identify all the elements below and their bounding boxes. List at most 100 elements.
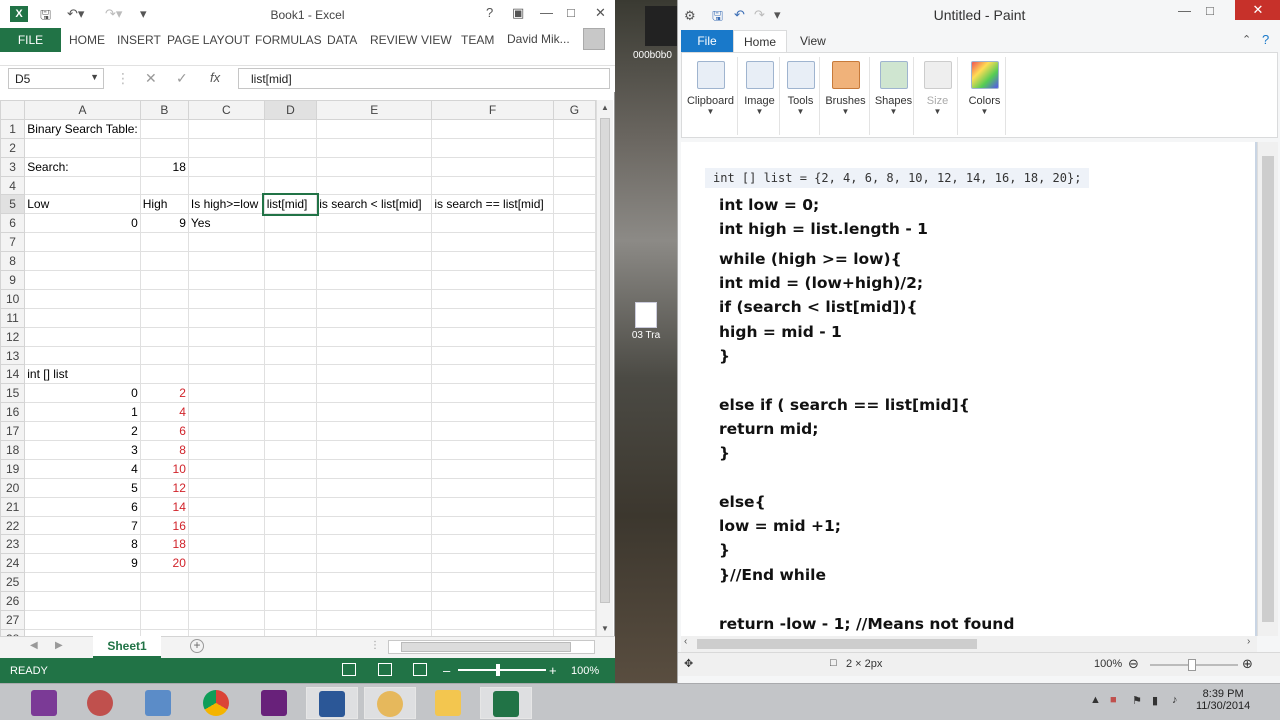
cell[interactable]	[316, 458, 433, 479]
cell[interactable]	[316, 307, 433, 328]
cell[interactable]	[431, 137, 554, 158]
user-name[interactable]: David Mik...	[507, 32, 570, 46]
desktop-shortcut-icon[interactable]	[645, 6, 677, 46]
cell[interactable]	[139, 232, 189, 253]
cell[interactable]	[431, 610, 554, 630]
column-header[interactable]: E	[316, 100, 433, 120]
size-group[interactable]: Size ▼	[918, 57, 958, 135]
cell[interactable]	[552, 194, 596, 215]
cell[interactable]	[187, 270, 265, 290]
cell[interactable]	[316, 515, 433, 536]
cell[interactable]	[431, 458, 554, 479]
cell[interactable]	[187, 345, 265, 366]
cell[interactable]	[139, 345, 189, 366]
cell[interactable]	[431, 364, 554, 385]
enter-icon[interactable]: ✓	[176, 70, 188, 87]
spreadsheet-grid[interactable]: A B C D E F G 1 Binary Search Table: 2 3 Sea…	[0, 100, 596, 636]
cell[interactable]	[431, 307, 554, 328]
cell[interactable]: 6	[139, 421, 189, 442]
cell[interactable]: 8	[139, 440, 189, 460]
cell[interactable]	[552, 345, 596, 366]
insert-function-icon[interactable]: fx	[210, 70, 220, 85]
paint-file-tab[interactable]: File	[681, 30, 733, 52]
row-header[interactable]: 19	[0, 458, 26, 479]
cell[interactable]: 7	[24, 515, 141, 536]
cell[interactable]: is search == list[mid]	[431, 194, 554, 215]
row-header[interactable]: 4	[0, 175, 26, 196]
cell[interactable]	[263, 458, 318, 479]
cell[interactable]	[263, 402, 318, 423]
desktop-label[interactable]: 000b0b0	[633, 50, 672, 61]
zoom-slider[interactable]	[458, 664, 546, 676]
ribbon-options-icon[interactable]: ▣	[512, 5, 524, 21]
cell[interactable]	[187, 534, 265, 555]
cell[interactable]	[552, 402, 596, 423]
zoom-out-icon[interactable]: –	[443, 663, 450, 678]
cell[interactable]	[187, 137, 265, 158]
cell[interactable]	[431, 156, 554, 177]
cell[interactable]	[24, 137, 141, 158]
row-header[interactable]: 6	[0, 213, 26, 234]
row-header[interactable]: 12	[0, 326, 26, 347]
row-header[interactable]: 3	[0, 156, 26, 177]
onenote-taskbar-button[interactable]	[18, 687, 70, 719]
cell[interactable]	[552, 307, 596, 328]
paint-taskbar-button[interactable]	[364, 687, 416, 719]
cell[interactable]	[187, 326, 265, 347]
cell[interactable]	[316, 288, 433, 309]
cell[interactable]	[552, 458, 596, 479]
formula-input[interactable]: list[mid]	[238, 68, 610, 89]
cell[interactable]	[24, 251, 141, 272]
cell[interactable]	[187, 477, 265, 498]
scroll-right-icon[interactable]: ›	[1247, 636, 1250, 647]
cell[interactable]	[187, 364, 265, 385]
cell[interactable]	[431, 118, 554, 139]
row-header[interactable]: 21	[0, 496, 26, 517]
cell[interactable]	[187, 496, 265, 517]
cell[interactable]	[263, 553, 318, 574]
cell[interactable]	[552, 156, 596, 177]
select-all-corner[interactable]	[0, 100, 26, 120]
cell[interactable]	[187, 553, 265, 574]
cell[interactable]: 1	[24, 402, 141, 423]
row-header[interactable]: 18	[0, 440, 26, 460]
cell[interactable]	[139, 118, 189, 139]
3d-app-taskbar-button[interactable]	[132, 687, 184, 719]
scroll-left-icon[interactable]: ‹	[684, 636, 687, 647]
cell[interactable]	[431, 572, 554, 593]
cell[interactable]: 18	[139, 534, 189, 555]
cell[interactable]	[316, 553, 433, 574]
chevron-up-icon[interactable]: ⌃	[1242, 33, 1251, 46]
power-icon[interactable]: ▮	[1152, 694, 1158, 707]
column-header[interactable]: C	[187, 100, 265, 120]
action-center-icon[interactable]: ⚑	[1132, 694, 1142, 707]
row-header[interactable]: 15	[0, 383, 26, 404]
row-header[interactable]: 22	[0, 515, 26, 536]
cell[interactable]	[316, 232, 433, 253]
row-header[interactable]: 10	[0, 288, 26, 309]
cell[interactable]: 4	[139, 402, 189, 423]
cell[interactable]	[552, 591, 596, 612]
row-header[interactable]: 26	[0, 591, 26, 612]
scroll-down-icon[interactable]: ▼	[601, 624, 609, 633]
cell[interactable]	[431, 534, 554, 555]
chrome-taskbar-button[interactable]	[190, 687, 242, 719]
cell[interactable]	[263, 440, 318, 460]
cell[interactable]	[316, 440, 433, 460]
normal-view-icon[interactable]	[342, 663, 356, 676]
cell[interactable]	[24, 270, 141, 290]
cell[interactable]	[431, 288, 554, 309]
column-header[interactable]: F	[431, 100, 554, 120]
video-taskbar-button[interactable]	[306, 687, 358, 719]
cell[interactable]	[316, 364, 433, 385]
cell[interactable]	[24, 591, 141, 612]
cell[interactable]	[316, 251, 433, 272]
cell[interactable]	[24, 175, 141, 196]
cell[interactable]: 18	[139, 156, 189, 177]
row-header[interactable]: 25	[0, 572, 26, 593]
cell[interactable]	[187, 251, 265, 272]
row-header[interactable]: 2	[0, 137, 26, 158]
vertical-scrollbar[interactable]	[1257, 142, 1278, 636]
close-icon[interactable]: ✕	[595, 5, 606, 21]
cell[interactable]	[139, 137, 189, 158]
